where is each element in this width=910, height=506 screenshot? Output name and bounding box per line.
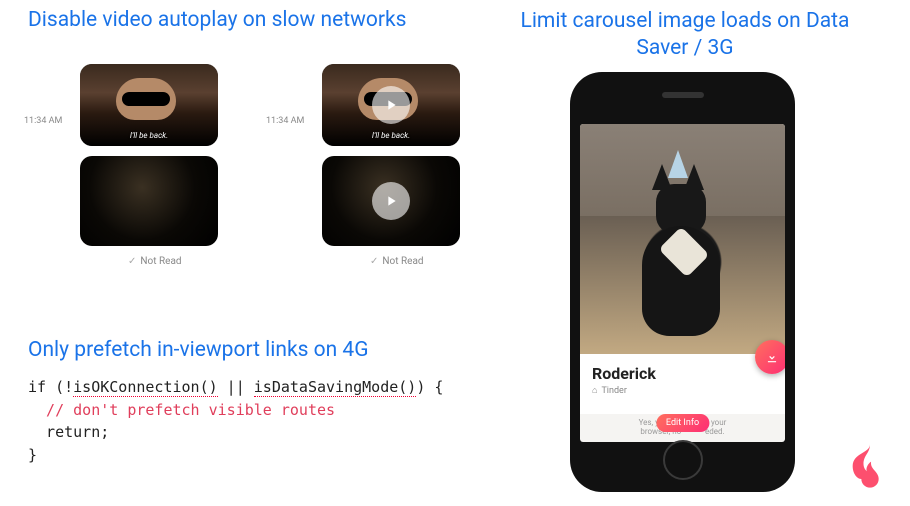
code-snippet: if (!isOKConnection() || isDataSavingMod…	[28, 376, 443, 466]
tinder-logo-icon	[844, 440, 896, 492]
read-status-label: Not Read	[382, 256, 423, 267]
play-icon[interactable]	[372, 86, 410, 124]
check-icon: ✓	[370, 256, 378, 267]
video-caption: I'll be back.	[322, 131, 460, 140]
chat-bubble-video	[80, 156, 218, 246]
code-text: ||	[218, 378, 254, 396]
hint-text: eded.	[705, 427, 725, 436]
read-status: ✓ Not Read	[370, 256, 424, 267]
chat-comparison: 11:34 AM I'll be back. ✓ Not Read 11:34 …	[28, 62, 488, 292]
chat-bubble-video: I'll be back.	[322, 64, 460, 146]
heading-autoplay: Disable video autoplay on slow networks	[28, 8, 406, 32]
chat-col-autoplay-on: 11:34 AM I'll be back. ✓ Not Read	[28, 62, 246, 292]
chat-bubble-video	[322, 156, 460, 246]
video-thumbnail	[80, 156, 218, 246]
read-status: ✓ Not Read	[128, 256, 182, 267]
chat-col-autoplay-off: 11:34 AM I'll be back. ✓ Not Read	[270, 62, 488, 292]
code-text: if (!	[28, 378, 73, 396]
profile-name: Roderick	[592, 364, 773, 383]
chat-timestamp: 11:34 AM	[266, 116, 304, 126]
profile-photo[interactable]	[580, 124, 785, 354]
code-text: ;	[100, 423, 109, 441]
code-text: }	[28, 446, 37, 464]
code-cond: isOKConnection()	[73, 378, 218, 397]
code-comment: // don't prefetch visible routes	[28, 401, 335, 419]
check-icon: ✓	[128, 256, 136, 267]
shield-icon: ⌂	[592, 385, 597, 396]
phone-screen: Roderick ⌂ Tinder Yes, you can in your b…	[580, 124, 785, 442]
code-cond: isDataSavingMode()	[254, 378, 417, 397]
heading-prefetch: Only prefetch in-viewport links on 4G	[28, 338, 369, 362]
download-fab[interactable]	[755, 340, 785, 374]
heading-carousel: Limit carousel image loads on Data Saver…	[515, 8, 855, 63]
phone-mockup: Roderick ⌂ Tinder Yes, you can in your b…	[570, 72, 795, 492]
code-text: ) {	[416, 378, 443, 396]
edit-info-button[interactable]: Edit Info	[656, 414, 709, 432]
chat-bubble-video: I'll be back.	[80, 64, 218, 146]
play-icon[interactable]	[372, 182, 410, 220]
code-return: return	[28, 423, 100, 441]
video-caption: I'll be back.	[80, 131, 218, 140]
profile-info: Roderick ⌂ Tinder	[580, 354, 785, 414]
read-status-label: Not Read	[140, 256, 181, 267]
profile-subline: ⌂ Tinder	[592, 385, 773, 396]
profile-sub-label: Tinder	[601, 386, 626, 396]
chat-timestamp: 11:34 AM	[24, 116, 62, 126]
